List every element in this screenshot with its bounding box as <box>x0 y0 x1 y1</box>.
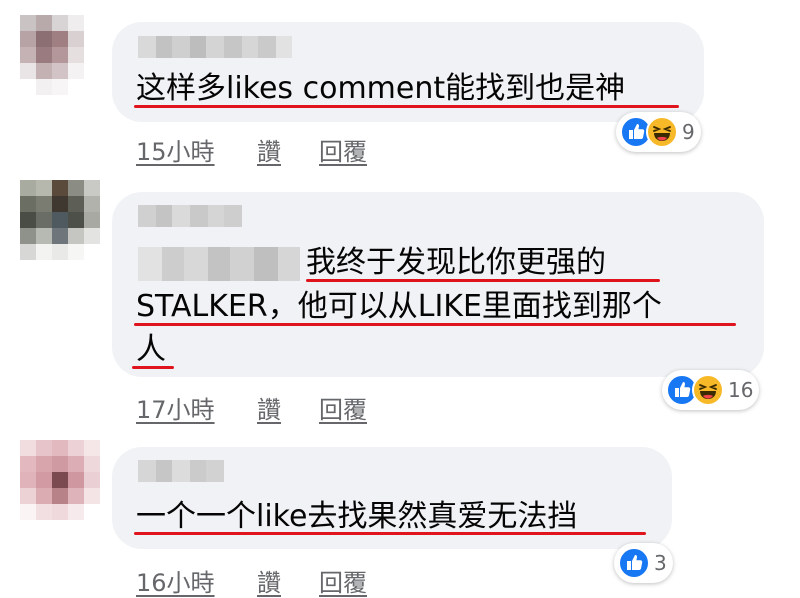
like-link[interactable]: 讚 <box>257 132 281 167</box>
mentioned-user[interactable] <box>138 246 300 281</box>
avatar[interactable] <box>20 440 100 520</box>
commenter-name[interactable] <box>138 205 242 227</box>
reaction-count: 16 <box>728 378 754 402</box>
timestamp-link[interactable]: 15小時 <box>136 132 215 167</box>
comment-text: 这样多likes comment能找到也是神 <box>136 71 626 106</box>
reaction-count: 9 <box>682 120 695 144</box>
comment-text-line: 人 <box>136 332 166 367</box>
reaction-count: 3 <box>654 551 667 575</box>
comment-text-line: STALKER，他可以从LIKE里面找到那个 <box>136 289 662 324</box>
like-icon <box>618 547 650 579</box>
comment-text: 一个一个like去找果然真爱无法挡 <box>136 499 578 534</box>
like-link[interactable]: 讚 <box>257 390 281 425</box>
reply-link[interactable]: 回覆 <box>319 390 367 425</box>
highlight-underline <box>134 323 736 326</box>
haha-icon <box>692 374 724 406</box>
reaction-summary[interactable]: 16 <box>662 370 760 410</box>
highlight-underline <box>306 279 660 282</box>
highlight-underline <box>134 532 646 535</box>
reply-link[interactable]: 回覆 <box>319 132 367 167</box>
reaction-summary[interactable]: 9 <box>616 112 701 152</box>
reply-link[interactable]: 回覆 <box>319 563 367 598</box>
reaction-summary[interactable]: 3 <box>614 543 673 583</box>
timestamp-link[interactable]: 16小時 <box>136 563 215 598</box>
avatar[interactable] <box>20 15 100 95</box>
commenter-name[interactable] <box>138 460 224 482</box>
avatar[interactable] <box>20 180 100 260</box>
timestamp-link[interactable]: 17小時 <box>136 390 215 425</box>
like-link[interactable]: 讚 <box>257 563 281 598</box>
highlight-underline <box>134 105 679 108</box>
comment-text-line: 我终于发现比你更强的 <box>306 245 606 280</box>
highlight-underline <box>132 366 174 369</box>
commenter-name[interactable] <box>138 36 292 58</box>
haha-icon <box>646 116 678 148</box>
